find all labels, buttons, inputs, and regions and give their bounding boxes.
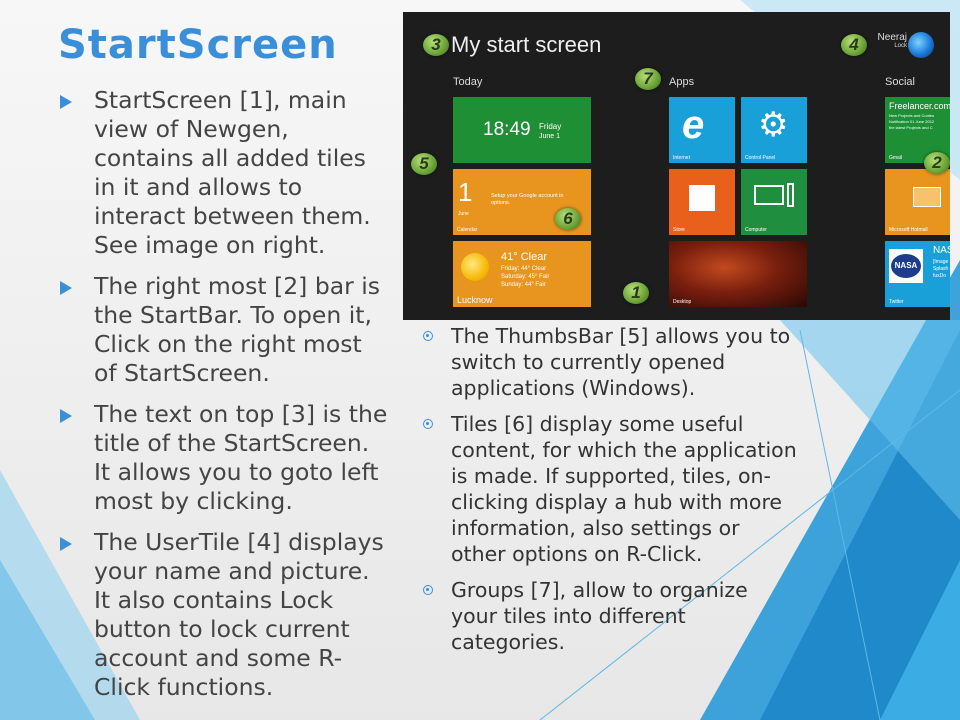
callout-badge: 1 bbox=[623, 282, 649, 304]
twitter-heading: NAS bbox=[933, 245, 950, 256]
circle-bullet-icon bbox=[423, 331, 433, 341]
computer-icon bbox=[754, 185, 784, 205]
right-bullet-list: The ThumbsBar [5] allows you to switch t… bbox=[420, 323, 800, 665]
triangle-bullet-icon bbox=[60, 409, 72, 423]
weather-forecast-line: Sunday: 44° Fair bbox=[501, 282, 546, 288]
store-tile[interactable]: Store bbox=[669, 169, 735, 235]
clock-tile[interactable]: 18:49 Friday June 1 bbox=[453, 97, 591, 163]
circle-bullet-icon bbox=[423, 585, 433, 595]
calendar-label: Calendar bbox=[457, 227, 478, 233]
group-today[interactable]: Today bbox=[453, 76, 482, 88]
internet-explorer-icon: e bbox=[682, 103, 705, 147]
right-bullet: The ThumbsBar [5] allows you to switch t… bbox=[420, 323, 800, 401]
left-bullet: The UserTile [4] displays your name and … bbox=[60, 528, 390, 702]
start-screen-screenshot: My start screen Neeraj Lock Today Apps S… bbox=[403, 12, 950, 320]
user-avatar[interactable] bbox=[908, 32, 934, 58]
calendar-month: June bbox=[458, 211, 469, 217]
callout-badge: 2 bbox=[924, 152, 950, 174]
callout-badge: 5 bbox=[411, 153, 437, 175]
twitter-label: Twitter bbox=[889, 299, 904, 305]
computer-label: Computer bbox=[745, 227, 767, 233]
left-bullet-list: StartScreen [1], main view of Newgen, co… bbox=[60, 86, 390, 714]
nasa-logo-box: NASA bbox=[889, 249, 923, 283]
clock-date: June 1 bbox=[539, 133, 561, 140]
twitter-tile[interactable]: NASA NAS [Image Splash fuxDo Twitter bbox=[885, 241, 950, 307]
gmail-line: the latest Projects and C bbox=[889, 125, 933, 130]
weather-city: Lucknow bbox=[457, 295, 493, 305]
right-bullet: Groups [7], allow to organize your tiles… bbox=[420, 577, 800, 655]
left-bullet: The text on top [3] is the title of the … bbox=[60, 400, 390, 516]
hotmail-label: Microsoft Hotmail bbox=[889, 227, 928, 233]
gear-icon: ⚙ bbox=[758, 106, 789, 144]
gmail-line: New Projects and Contes bbox=[889, 113, 935, 118]
weather-current: 41° Clear bbox=[501, 251, 547, 263]
envelope-icon bbox=[913, 187, 941, 207]
gmail-label: Gmail bbox=[889, 155, 903, 161]
weather-forecast-line: Friday: 44° Clear bbox=[501, 266, 547, 272]
left-bullet: The right most [2] bar is the StartBar. … bbox=[60, 272, 390, 388]
gmail-title: Freelancer.com bbox=[889, 101, 950, 111]
left-bullet: StartScreen [1], main view of Newgen, co… bbox=[60, 86, 390, 260]
hotmail-tile[interactable]: Microsoft Hotmail bbox=[885, 169, 950, 235]
weather-forecast-line: Saturday: 45° Fair bbox=[501, 274, 550, 280]
triangle-bullet-icon bbox=[60, 537, 72, 551]
twitter-line: fuxDo bbox=[933, 273, 947, 279]
group-apps[interactable]: Apps bbox=[669, 76, 694, 88]
weather-tile[interactable]: 41° Clear Friday: 44° Clear Saturday: 45… bbox=[453, 241, 591, 307]
slide-title: StartScreen bbox=[58, 22, 338, 68]
triangle-bullet-icon bbox=[60, 281, 72, 295]
user-tile[interactable]: Neeraj Lock bbox=[873, 32, 907, 49]
callout-badge: 7 bbox=[635, 68, 661, 90]
user-name: Neeraj bbox=[877, 32, 907, 43]
right-bullet: Tiles [6] display some useful content, f… bbox=[420, 411, 800, 567]
desktop-tile[interactable]: Desktop bbox=[669, 241, 807, 307]
callout-badge: 4 bbox=[841, 34, 867, 56]
control-panel-tile[interactable]: ⚙ Control Panel bbox=[741, 97, 807, 163]
control-panel-label: Control Panel bbox=[745, 155, 776, 161]
group-social[interactable]: Social bbox=[885, 76, 915, 88]
clock-time: 18:49 bbox=[483, 119, 531, 140]
lock-button[interactable]: Lock bbox=[873, 43, 907, 49]
internet-label: Internet bbox=[673, 155, 690, 161]
gmail-line: Notification 01 June 2012 bbox=[889, 119, 935, 124]
sun-icon bbox=[461, 253, 489, 281]
shopping-bag-icon bbox=[689, 185, 715, 211]
internet-tile[interactable]: e Internet bbox=[669, 97, 735, 163]
desktop-label: Desktop bbox=[673, 299, 692, 305]
triangle-bullet-icon bbox=[60, 95, 72, 109]
store-label: Store bbox=[673, 227, 685, 233]
circle-bullet-icon bbox=[423, 419, 433, 429]
twitter-line: Splash bbox=[933, 266, 949, 272]
clock-day: Friday bbox=[539, 122, 562, 131]
computer-tile[interactable]: Computer bbox=[741, 169, 807, 235]
computer-tower-icon bbox=[787, 183, 794, 207]
twitter-line: [Image bbox=[933, 259, 949, 265]
calendar-day-number: 1 bbox=[458, 177, 473, 207]
screen-title[interactable]: My start screen bbox=[451, 32, 601, 58]
callout-badge: 6 bbox=[555, 208, 581, 230]
callout-badge: 3 bbox=[423, 34, 449, 56]
calendar-message: Setup your Google account in options. bbox=[491, 193, 564, 206]
nasa-logo-icon: NASA bbox=[891, 254, 921, 278]
